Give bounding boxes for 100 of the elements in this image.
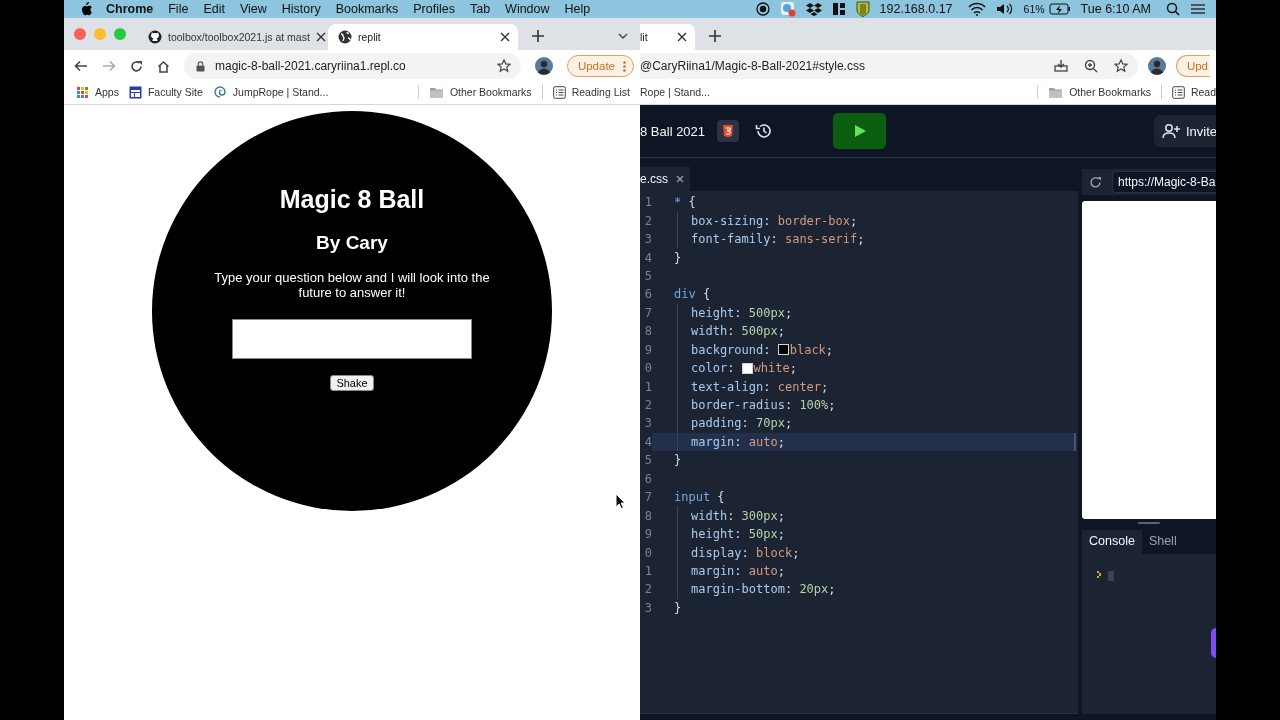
reload-icon[interactable] [1089,175,1102,189]
browser-tab[interactable]: lit [640,24,695,50]
run-button[interactable] [833,113,887,149]
bookmark[interactable]: Reading List [552,85,630,99]
code-line[interactable]: div { [652,285,1076,304]
line-number: 8 [643,324,652,339]
code-line[interactable]: } [652,598,1076,618]
browser-tab[interactable]: replit [328,24,518,50]
history-icon[interactable] [755,122,774,140]
panel-tab[interactable]: Console [1082,530,1142,554]
code-line[interactable]: height: 500px; [652,303,1076,323]
menu-item[interactable]: View [239,2,267,16]
app-menu[interactable]: Chrome [106,2,154,16]
new-tab-icon[interactable] [532,30,544,42]
code-line[interactable]: width: 300px; [652,506,1076,525]
download-icon[interactable] [1053,59,1068,73]
bookmark[interactable]: Rope | Stand... [640,86,710,98]
line-number: 0 [643,545,652,560]
menu-item[interactable]: Help [564,2,591,16]
swirl-icon [212,85,227,99]
panels-icon[interactable] [831,2,846,16]
avatar-icon[interactable] [1147,57,1166,75]
close-tab-icon[interactable] [677,32,687,42]
clock[interactable]: Tue 6:10 AM [1080,2,1151,16]
star-icon[interactable] [1113,59,1128,73]
bookmark[interactable]: Read [1171,85,1216,99]
html5-icon [717,120,740,142]
more-icon[interactable] [623,60,626,72]
code-line[interactable]: margin-bottom: 20px; [652,580,1076,599]
close-tab-icon[interactable] [676,175,684,183]
reload-icon[interactable] [130,59,143,73]
address-bar[interactable]: magic-8-ball-2021.caryriina1.repl.co [184,53,521,79]
address-bar[interactable]: @CaryRiina1/Magic-8-Ball-2021#style.css [640,53,1138,79]
bookmark[interactable]: Other Bookmarks [428,86,532,98]
close-tab-icon[interactable] [315,32,326,42]
project-name[interactable]: 8 Ball 2021 [640,123,706,139]
question-field[interactable] [232,319,472,359]
home-icon[interactable] [157,59,170,73]
shake-button[interactable]: Shake [330,375,374,391]
search-icon[interactable] [1166,2,1180,16]
code-line[interactable]: text-align: center; [652,377,1076,396]
floating-button[interactable] [1211,628,1216,658]
battery-percentage: 61% [1023,3,1045,15]
menu-item[interactable]: Bookmarks [335,2,399,16]
file-tab[interactable]: e.css [640,167,690,191]
panel-tab[interactable]: Shell [1141,530,1184,554]
code-line[interactable]: } [652,451,1076,470]
app-icon[interactable] [779,1,796,17]
menu-item[interactable]: Tab [469,2,491,16]
zoom-icon[interactable] [1083,59,1098,73]
code-line[interactable]: height: 50px; [652,524,1076,544]
line-number: 9 [643,527,652,542]
close-tab-icon[interactable] [500,32,510,42]
code-line[interactable]: width: 500px; [652,322,1076,341]
code-line[interactable]: background: black; [652,340,1076,359]
code-line[interactable]: margin: auto; [652,561,1076,581]
code-line[interactable]: padding: 70px; [652,414,1076,433]
menu-item[interactable]: File [168,2,189,16]
play-icon [853,125,866,137]
menu-item[interactable]: History [281,2,321,16]
lock-icon [196,60,205,72]
wifi-icon[interactable] [967,2,986,16]
code-line[interactable]: color: white; [652,358,1076,378]
star-icon[interactable] [496,59,511,73]
line-number: 2 [643,398,652,413]
line-number: 7 [643,305,652,320]
volume-icon[interactable] [995,2,1014,16]
resize-handle[interactable] [1138,522,1160,524]
code-line[interactable]: } [652,248,1076,267]
line-number: 5 [643,453,652,468]
line-number: 3 [643,416,652,431]
code-line[interactable]: * { [652,193,1076,212]
chevron-down-icon[interactable] [618,33,628,39]
line-number: 1 [643,379,652,394]
url-field[interactable]: https://Magic-8-Ba [1112,171,1216,193]
code-line[interactable]: border-radius: 100%; [652,395,1076,415]
bookmark[interactable]: Faculty Site [128,85,203,99]
record-icon[interactable] [755,2,770,16]
menu-item[interactable]: Window [505,2,550,16]
bookmark[interactable]: Apps [76,85,119,99]
back-icon[interactable] [74,60,88,72]
menu-item[interactable]: Profiles [413,2,455,16]
line-number: 9 [643,342,652,357]
bookmark[interactable]: Other Bookmarks [1048,86,1151,98]
code-line[interactable]: font-family: sans-serif; [652,229,1076,249]
list-icon[interactable] [1190,3,1206,15]
menu-item[interactable]: Edit [203,2,225,16]
code-line[interactable]: input { [652,488,1076,507]
new-tab-icon[interactable] [709,30,721,42]
page-title: Magic 8 Ball [279,185,425,214]
line-number: 5 [643,268,652,283]
shield-icon[interactable] [855,1,870,17]
avatar-icon[interactable] [534,57,553,75]
dropbox-icon[interactable] [805,2,822,16]
battery-icon[interactable] [1048,3,1071,15]
code-line[interactable]: box-sizing: border-box; [652,211,1076,230]
invite-button[interactable]: Invite [1154,115,1216,147]
bookmark[interactable]: JumpRope | Stand... [212,85,329,99]
code-line[interactable]: display: block; [652,543,1076,562]
browser-tab[interactable]: toolbox/toolbox2021.js at mast [138,24,328,50]
